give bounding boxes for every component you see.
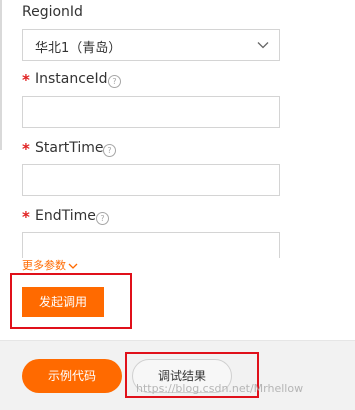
region-select[interactable]: 华北1（青岛） (22, 29, 280, 61)
left-rail-line (0, 0, 2, 150)
question-circle-icon: ? (108, 75, 121, 88)
required-mark: * (22, 140, 30, 158)
region-label: RegionId (22, 4, 83, 20)
instance-id-input[interactable] (22, 96, 280, 128)
start-time-input[interactable] (22, 164, 280, 196)
chevron-down-icon (68, 263, 78, 269)
start-time-label: StartTime (35, 140, 104, 156)
more-params-label: 更多参数 (22, 259, 66, 272)
region-select-value: 华北1（青岛） (35, 41, 122, 56)
end-time-label: EndTime (35, 208, 96, 224)
sample-code-button[interactable]: 示例代码 (22, 359, 122, 393)
end-time-input[interactable] (22, 232, 280, 258)
required-mark: * (22, 71, 30, 89)
instance-id-label: InstanceId (35, 71, 108, 87)
chevron-down-icon (257, 42, 269, 49)
question-circle-icon: ? (96, 212, 109, 225)
more-params-link[interactable]: 更多参数 (22, 259, 78, 273)
required-mark: * (22, 208, 30, 226)
invoke-button[interactable]: 发起调用 (22, 287, 104, 317)
watermark-text: https://blog.csdn.net/Mrhellow (136, 382, 304, 395)
question-circle-icon: ? (103, 144, 116, 157)
